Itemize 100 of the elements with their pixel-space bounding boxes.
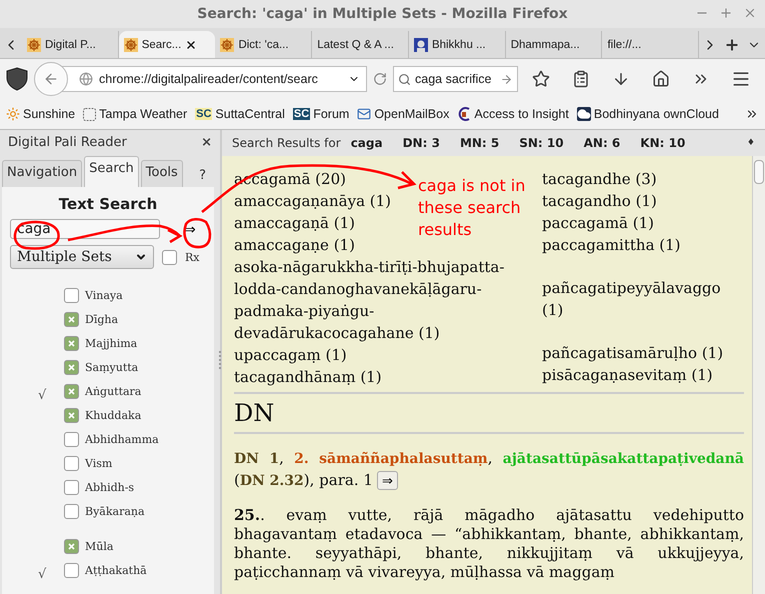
- checkbox[interactable]: [64, 480, 79, 495]
- result-word[interactable]: amaccagaṇā (1): [234, 212, 356, 234]
- cross-icon: [68, 412, 75, 419]
- result-count[interactable]: MN: 5: [460, 136, 500, 150]
- scrollbar-thumb[interactable]: [754, 160, 764, 184]
- logo-icon: [457, 107, 472, 121]
- section-heading: DN: [234, 398, 276, 428]
- bookmark-link[interactable]: Tampa Weather: [99, 107, 188, 121]
- reading-list-icon[interactable]: [572, 70, 590, 88]
- result-word[interactable]: pañcagatipeyyālavaggo (1): [542, 277, 744, 321]
- checkbox[interactable]: [64, 504, 79, 519]
- result-word[interactable]: amaccagaṇe (1): [234, 234, 355, 256]
- result-word[interactable]: asoka-nāgarukkha-tirīṭi-bhujapatta-lodda-candanoghavanekāḷāgaru-padmaka-piyaṅgu-devadārukacocagahane (1): [234, 256, 542, 344]
- checkbox[interactable]: [64, 563, 79, 578]
- result-word[interactable]: pañcagatisamāruḷho (1): [542, 342, 724, 364]
- checkbox-label: Abhidhamma: [85, 433, 159, 446]
- wheel-icon: [220, 38, 234, 52]
- wheel-icon: [124, 38, 138, 52]
- sidebar-close[interactable]: ×: [201, 134, 212, 150]
- checkbox[interactable]: [64, 539, 79, 554]
- result-count[interactable]: SN: 10: [519, 136, 564, 150]
- sidebar-title: Digital Pali Reader: [8, 134, 127, 150]
- bookmark-link[interactable]: Sunshine: [23, 107, 76, 121]
- result-word[interactable]: paccagamā (1): [542, 212, 654, 234]
- checkbox-label: Vinaya: [85, 289, 123, 302]
- sidebar-tab[interactable]: Navigation: [2, 160, 82, 187]
- checkbox-label: Rx: [185, 250, 200, 264]
- cross-icon: [68, 388, 75, 395]
- bookmark-link[interactable]: Access to Insight: [474, 107, 569, 121]
- address-bar[interactable]: chrome://digitalpalireader/content/searc: [62, 66, 367, 92]
- bookmark-star-icon[interactable]: [532, 70, 550, 88]
- checkbox-label: Saṃyutta: [85, 361, 138, 374]
- bookmark-logo: SC: [195, 108, 212, 120]
- browser-tab[interactable]: Digital P...: [22, 31, 119, 58]
- bookmark-logo: SC: [292, 108, 310, 120]
- download-icon[interactable]: [612, 70, 630, 88]
- open-button[interactable]: ⇒: [376, 471, 398, 490]
- search-icon: [398, 72, 411, 86]
- checkbox[interactable]: [162, 250, 177, 264]
- checkbox[interactable]: [64, 288, 79, 303]
- result-word[interactable]: tacagandhānaṃ (1): [234, 366, 382, 388]
- annotation-note: caga is not in these search results: [418, 175, 526, 241]
- panel-heading: Text Search: [58, 195, 158, 213]
- browser-tab[interactable]: file://...: [602, 31, 700, 58]
- checkbox-label: Abhidh-s: [85, 481, 134, 494]
- checkbox[interactable]: [64, 336, 79, 351]
- cross-icon: [68, 364, 75, 371]
- globe-icon: [79, 72, 93, 86]
- sun-icon: [6, 107, 20, 121]
- search-term: caga: [350, 136, 383, 150]
- browser-tab[interactable]: Bhikkhu ...: [408, 31, 506, 58]
- checkbox-label: Aṭṭhakathā: [85, 564, 147, 577]
- reload-icon[interactable]: [373, 72, 387, 86]
- mail-icon: [357, 107, 372, 121]
- result-word[interactable]: paccagamittha (1): [542, 234, 681, 256]
- portrait-icon: [414, 38, 428, 52]
- result-count[interactable]: AN: 6: [584, 136, 620, 150]
- back-button[interactable]: [34, 62, 68, 96]
- passage-text: 25.. evaṃ vutte, rājā māgadho ajātasattu vedehiputto bhagavantaṃ etadavoca — “abhikkantaṃ, bhante, abhikkantaṃ, bhante. seyyathāpi, bhante, nikkujjitaṃ vā ukkujjeyya, paṭicchannaṃ vā vivareyya, mūḷhassa vā maggaṃ: [234, 506, 744, 582]
- checkbox[interactable]: [64, 432, 79, 447]
- tick-mark: √: [38, 388, 46, 403]
- citation: DN 1, 2. sāmaññaphalasuttaṃ, ajātasattūpāsakattapaṭivedanā (DN 2.32), para. 1 ⇒: [234, 448, 744, 492]
- result-word[interactable]: tacagandho (1): [542, 190, 657, 212]
- go-icon[interactable]: [500, 72, 513, 86]
- bookmark-link[interactable]: SuttaCentral: [215, 107, 285, 121]
- toggle-button[interactable]: ♦: [746, 138, 755, 148]
- result-count[interactable]: KN: 10: [640, 136, 686, 150]
- browser-tab[interactable]: Latest Q & A ...: [312, 31, 409, 58]
- help-link[interactable]: ?: [187, 164, 218, 187]
- close-tab-icon[interactable]: [185, 38, 198, 50]
- close-icon[interactable]: [743, 6, 757, 20]
- result-word[interactable]: upaccagaṃ (1): [234, 344, 347, 366]
- checkbox[interactable]: [64, 384, 79, 399]
- sidebar-tab[interactable]: Tools: [140, 160, 183, 187]
- result-word[interactable]: tacagandhe (3): [542, 168, 657, 190]
- tick-mark: √: [38, 567, 46, 582]
- bookmark-link[interactable]: OpenMailBox: [374, 107, 450, 121]
- new-tab-icon[interactable]: [724, 36, 740, 52]
- bookmark-link[interactable]: Forum: [313, 107, 350, 121]
- page-icon: [83, 108, 96, 120]
- browser-tab[interactable]: Searc...: [118, 31, 216, 58]
- result-word[interactable]: amaccagaṇanāya (1): [234, 190, 392, 212]
- home-icon[interactable]: [652, 70, 670, 88]
- result-word[interactable]: pisācagaṇasevitaṃ (1): [542, 364, 713, 386]
- drag-handle-icon[interactable]: [218, 350, 222, 372]
- browser-tab[interactable]: Dhammapa...: [506, 31, 602, 58]
- sidebar-tab[interactable]: Search: [84, 156, 139, 187]
- search-field[interactable]: caga sacrifice: [393, 66, 518, 92]
- checkbox[interactable]: [64, 456, 79, 471]
- result-count[interactable]: DN: 3: [402, 136, 440, 150]
- checkbox[interactable]: [64, 360, 79, 375]
- browser-tab[interactable]: Dict: 'ca...: [215, 31, 312, 58]
- checkbox[interactable]: [64, 408, 79, 423]
- shield-icon[interactable]: [6, 67, 28, 91]
- checkbox-label: Byākaraṇa: [85, 505, 145, 518]
- checkbox[interactable]: [64, 312, 79, 327]
- checkbox-label: Majjhima: [85, 337, 138, 350]
- set-select[interactable]: Multiple Sets: [10, 245, 154, 269]
- bookmark-link[interactable]: Bodhinyana ownCloud: [594, 107, 719, 121]
- maximize-icon[interactable]: [719, 6, 733, 20]
